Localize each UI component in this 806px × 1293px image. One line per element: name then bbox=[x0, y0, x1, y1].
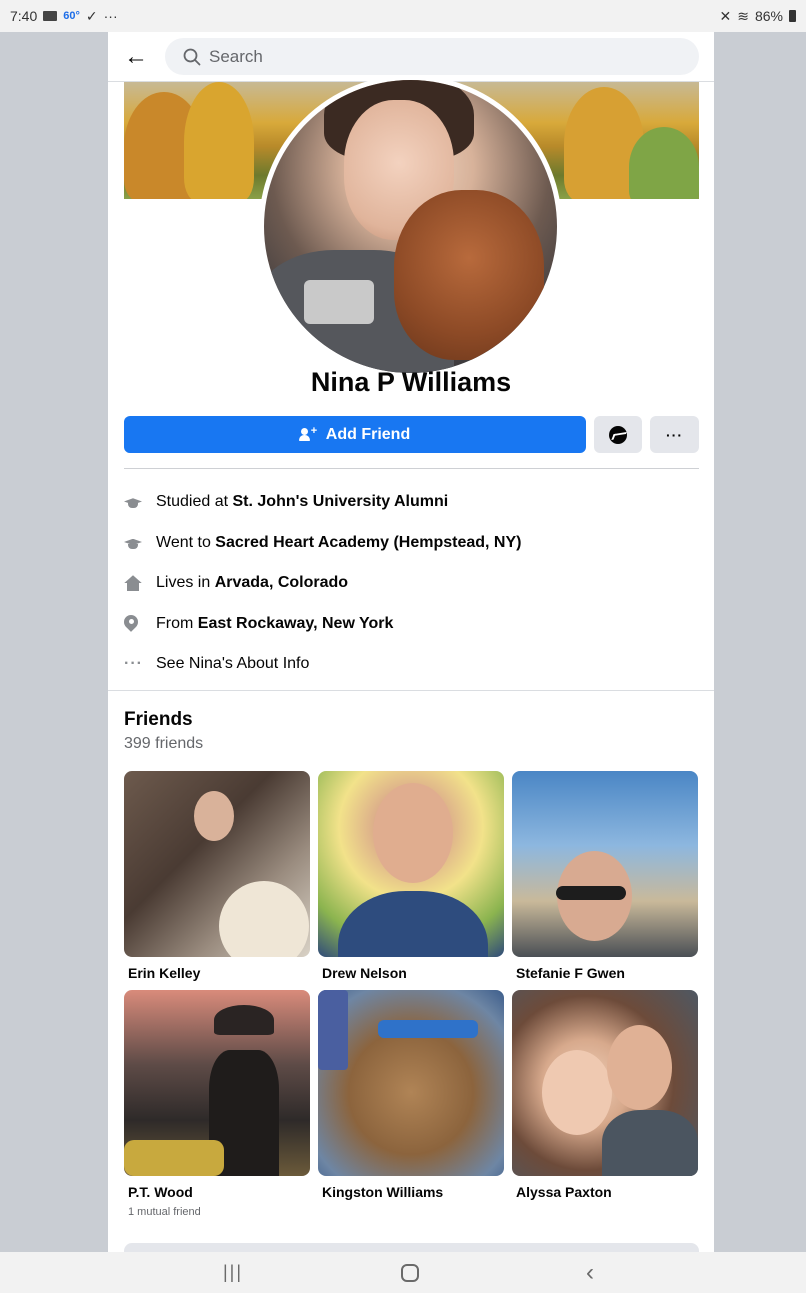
friend-photo[interactable] bbox=[318, 771, 504, 957]
battery-icon bbox=[789, 10, 796, 22]
search-input[interactable] bbox=[209, 46, 669, 67]
friend-card[interactable]: Stefanie F Gwen bbox=[512, 771, 698, 981]
info-value[interactable]: Arvada, Colorado bbox=[215, 574, 348, 591]
profile-page: ← Nina P Williams + Add Friend ··· bbox=[108, 32, 714, 1252]
friend-card[interactable]: Drew Nelson bbox=[318, 771, 504, 981]
friend-name[interactable]: P.T. Wood bbox=[124, 1184, 310, 1200]
friend-photo[interactable] bbox=[124, 771, 310, 957]
friend-card[interactable]: P.T. Wood 1 mutual friend bbox=[124, 990, 310, 1218]
message-button[interactable] bbox=[594, 416, 642, 453]
add-friend-label: Add Friend bbox=[325, 425, 411, 443]
intro-list: Studied at St. John's University Alumni … bbox=[124, 482, 699, 685]
home-button[interactable] bbox=[380, 1252, 440, 1293]
friend-name[interactable]: Kingston Williams bbox=[318, 1184, 504, 1200]
home-circle-icon bbox=[401, 1263, 419, 1282]
friend-photo[interactable] bbox=[318, 990, 504, 1176]
divider bbox=[124, 468, 699, 469]
info-prefix: Went to bbox=[156, 533, 216, 551]
mutual-friends: 1 mutual friend bbox=[128, 1206, 201, 1218]
info-went-to[interactable]: Went to Sacred Heart Academy (Hempstead,… bbox=[124, 523, 699, 564]
status-time: 7:40 bbox=[10, 8, 38, 24]
status-temperature: 60° bbox=[63, 10, 80, 22]
left-gutter bbox=[7, 32, 108, 1252]
friend-photo[interactable] bbox=[512, 771, 698, 957]
back-arrow-icon: ← bbox=[124, 42, 148, 70]
info-value[interactable]: Sacred Heart Academy (Hempstead, NY) bbox=[215, 534, 521, 551]
friend-card[interactable]: Erin Kelley bbox=[124, 771, 310, 981]
more-options-button[interactable]: ··· bbox=[650, 416, 699, 453]
search-bar[interactable] bbox=[165, 38, 699, 75]
see-all-friends-button[interactable] bbox=[124, 1243, 699, 1252]
friend-photo[interactable] bbox=[512, 990, 698, 1176]
info-prefix: From bbox=[156, 614, 198, 632]
info-lives-in[interactable]: Lives in Arvada, Colorado bbox=[124, 563, 699, 604]
more-dots-icon: ··· bbox=[666, 426, 683, 443]
right-gutter bbox=[714, 32, 806, 1252]
download-done-icon: ✓ bbox=[85, 7, 98, 24]
friend-name[interactable]: Alyssa Paxton bbox=[512, 1184, 698, 1200]
info-studied[interactable]: Studied at St. John's University Alumni bbox=[124, 482, 699, 523]
back-button[interactable]: ← bbox=[108, 32, 164, 82]
see-about-info-link[interactable]: ··· See Nina's About Info bbox=[124, 644, 699, 685]
info-value[interactable]: St. John's University Alumni bbox=[233, 493, 449, 510]
friend-photo[interactable] bbox=[124, 990, 310, 1176]
info-value[interactable]: East Rockaway, New York bbox=[198, 615, 394, 632]
friends-count: 399 friends bbox=[124, 735, 204, 752]
section-divider bbox=[108, 690, 714, 691]
home-icon bbox=[124, 575, 142, 592]
search-icon bbox=[183, 48, 201, 65]
graduation-cap-icon bbox=[124, 537, 142, 549]
wifi-icon: ≋ bbox=[737, 7, 749, 24]
back-chevron-icon: ‹ bbox=[586, 1258, 594, 1286]
location-pin-icon bbox=[124, 615, 138, 633]
friend-card[interactable]: Kingston Williams bbox=[318, 990, 504, 1200]
status-bar: 7:40 60° ✓ ··· ✕ ≋ 86% bbox=[0, 0, 806, 32]
friend-name[interactable]: Drew Nelson bbox=[318, 965, 504, 981]
recent-apps-button[interactable]: ||| bbox=[203, 1252, 263, 1293]
mail-icon bbox=[43, 11, 58, 21]
mute-icon: ✕ bbox=[719, 7, 732, 24]
profile-name: Nina P Williams bbox=[310, 367, 512, 397]
profile-picture[interactable] bbox=[259, 75, 562, 378]
friend-name[interactable]: Erin Kelley bbox=[124, 965, 310, 981]
battery-percent: 86% bbox=[754, 8, 783, 24]
add-friend-button[interactable]: + Add Friend bbox=[124, 416, 586, 453]
info-prefix: Studied at bbox=[156, 493, 233, 511]
friend-name[interactable]: Stefanie F Gwen bbox=[512, 965, 698, 981]
more-notifications-icon: ··· bbox=[103, 8, 118, 24]
info-prefix: Lives in bbox=[156, 574, 215, 592]
friend-card[interactable]: Alyssa Paxton bbox=[512, 990, 698, 1200]
system-back-button[interactable]: ‹ bbox=[560, 1252, 620, 1293]
system-nav-bar: ||| ‹ bbox=[0, 1252, 806, 1293]
see-about-info-label: See Nina's About Info bbox=[156, 655, 310, 673]
graduation-cap-icon bbox=[124, 496, 142, 509]
messenger-icon bbox=[609, 425, 627, 444]
add-friend-icon: + bbox=[298, 425, 318, 442]
recent-apps-icon: ||| bbox=[222, 1262, 244, 1282]
info-from[interactable]: From East Rockaway, New York bbox=[124, 604, 699, 645]
more-dots-icon: ··· bbox=[124, 655, 143, 673]
friends-heading[interactable]: Friends bbox=[124, 709, 193, 731]
